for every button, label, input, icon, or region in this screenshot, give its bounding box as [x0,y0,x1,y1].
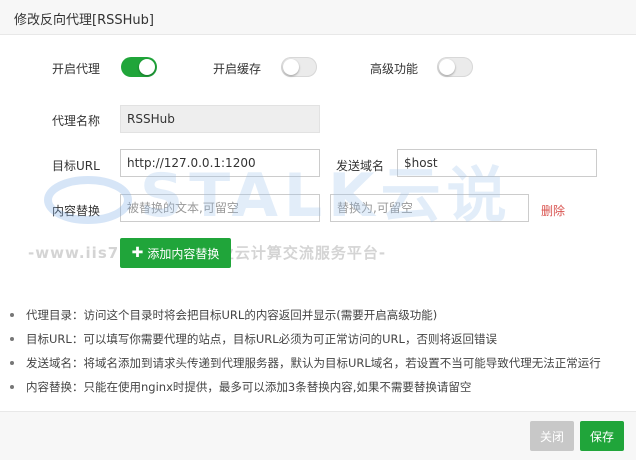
add-content-replace-button[interactable]: ✚ 添加内容替换 [120,238,231,268]
proxy-name-label: 代理名称 [52,114,101,128]
close-button[interactable]: 关闭 [530,421,574,451]
advanced-switch-label: 高级功能 [370,62,419,76]
content-replace-label: 内容替换 [52,204,101,218]
replace-to-input[interactable] [330,194,529,222]
toggle-knob [439,59,455,75]
save-button[interactable]: 保存 [580,421,624,451]
proxy-switch-label: 开启代理 [52,62,101,76]
add-content-replace-label: 添加内容替换 [147,246,220,261]
toggle-knob [139,59,155,75]
proxy-toggle[interactable] [121,57,157,77]
list-item: 目标URL：可以填写你需要代理的站点，目标URL必须为可正常访问的URL，否则将… [10,327,636,351]
plus-icon: ✚ [131,245,144,261]
list-item: 代理目录：访问这个目录时将会把目标URL的内容返回并显示(需要开启高级功能) [10,303,636,327]
list-item: 发送域名：将域名添加到请求头传递到代理服务器，默认为目标URL域名，若设置不当可… [10,351,636,375]
delete-replace-link[interactable]: 删除 [541,202,565,219]
cache-toggle[interactable] [281,57,317,77]
dialog-title: 修改反向代理[RSSHub] [14,13,154,28]
list-item: 内容替换：只能在使用nginx时提供，最多可以添加3条替换内容,如果不需要替换请… [10,375,636,399]
help-notes: 代理目录：访问这个目录时将会把目标URL的内容返回并显示(需要开启高级功能) 目… [0,303,636,399]
proxy-name-field: RSSHub [120,105,320,133]
replace-from-input[interactable] [120,194,320,222]
send-domain-label: 发送域名 [336,159,385,173]
send-domain-input[interactable] [397,149,597,177]
advanced-toggle[interactable] [437,57,473,77]
target-url-label: 目标URL [52,159,100,173]
toggle-knob [283,59,299,75]
target-url-input[interactable] [120,149,320,177]
dialog-titlebar: 修改反向代理[RSSHub] [0,0,636,35]
cache-switch-label: 开启缓存 [213,62,262,76]
stalk-watermark-logo: STALK云说 [44,164,507,231]
